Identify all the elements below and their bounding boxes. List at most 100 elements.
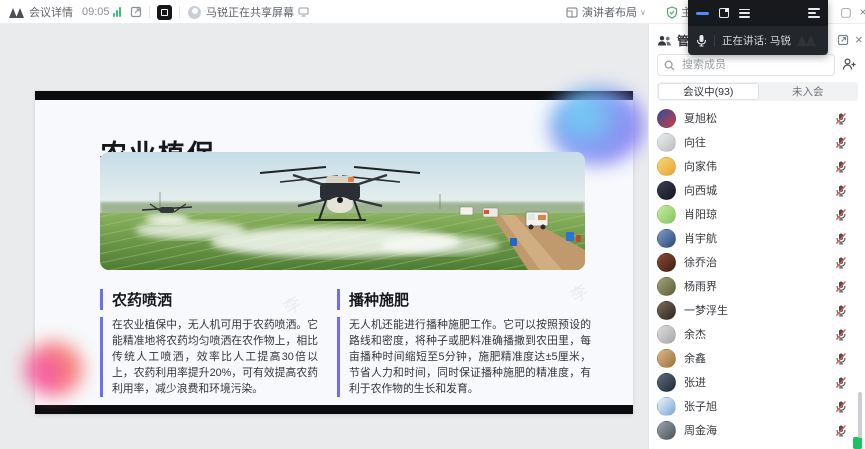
decor-gradient-blob — [25, 342, 83, 396]
participant-avatar — [657, 277, 676, 296]
tab-in-meeting[interactable]: 会议中(93) — [658, 83, 759, 100]
mic-muted-icon[interactable] — [835, 424, 847, 437]
slide-section-pesticide: 农药喷洒 在农业植保中，无人机可用于农药喷洒。它能精准地将农药均匀喷洒在农作物上… — [100, 289, 318, 397]
mic-muted-icon[interactable] — [835, 352, 847, 365]
mic-muted-icon[interactable] — [835, 208, 847, 221]
shared-screen-stage: 农业植保 — [0, 24, 648, 449]
collapse-sidebar-icon[interactable] — [808, 8, 820, 18]
section-body: 在农业植保中，无人机可用于农药喷洒。它能精准地将农药均匀喷洒在农作物上，相比传统… — [100, 317, 318, 397]
participants-panel: 管理成员 × 会议中(93) 未入会 夏旭松 — [648, 24, 865, 449]
participant-name: 周金海 — [684, 422, 835, 438]
popout-panel-icon[interactable] — [837, 33, 849, 51]
participant-name: 余鑫 — [684, 350, 835, 366]
participant-avatar — [657, 373, 676, 392]
mic-muted-icon[interactable] — [835, 304, 847, 317]
panel-scrollbar[interactable] — [858, 392, 862, 438]
participant-row[interactable]: 余杰 — [649, 322, 859, 346]
list-view-icon[interactable] — [739, 9, 750, 18]
meeting-timer: 09:05 — [82, 0, 110, 24]
participant-row[interactable]: 张子旭 — [649, 394, 859, 418]
mic-muted-icon[interactable] — [835, 184, 847, 197]
mic-muted-icon[interactable] — [835, 136, 847, 149]
participant-row[interactable]: 徐乔治 — [649, 250, 859, 274]
slide-photo-drone-field — [100, 152, 585, 270]
mic-muted-icon[interactable] — [835, 112, 847, 125]
participant-avatar — [657, 349, 676, 368]
search-box[interactable] — [657, 54, 835, 76]
participant-avatar — [657, 157, 676, 176]
sharing-status-text: 马锐正在共享屏幕 — [206, 4, 294, 20]
slide-bottom-bar — [35, 405, 633, 414]
participant-row[interactable]: 张进 — [649, 370, 859, 394]
maximize-button[interactable]: ▢ — [838, 4, 854, 20]
slide-top-bar — [35, 91, 633, 100]
mic-muted-icon[interactable] — [835, 328, 847, 341]
participant-row[interactable]: 肖阳琼 — [649, 202, 859, 226]
participant-name: 向西城 — [684, 182, 835, 198]
participant-row[interactable]: 杨雨界 — [649, 274, 859, 298]
mic-muted-icon[interactable] — [835, 256, 847, 269]
close-window-button[interactable]: × — [855, 4, 865, 20]
slide-section-seeding: 播种施肥 无人机还能进行播种施肥工作。它可以按照预设的路线和密度，将种子或肥料准… — [337, 289, 591, 397]
active-speaker-bar: 正在讲话: 马锐 — [688, 26, 828, 55]
people-icon — [657, 35, 672, 47]
participant-row[interactable]: 一梦浮生 — [649, 298, 859, 322]
participant-row[interactable]: 向西城 — [649, 178, 859, 202]
float-toolbar — [688, 0, 828, 26]
participant-avatar — [657, 301, 676, 320]
green-action-corner[interactable] — [853, 437, 862, 449]
participant-name: 肖宇航 — [684, 230, 835, 246]
section-heading: 农药喷洒 — [100, 289, 318, 310]
mic-muted-icon[interactable] — [835, 280, 847, 293]
participant-avatar — [657, 205, 676, 224]
section-heading: 播种施肥 — [337, 289, 591, 310]
participant-name: 肖阳琼 — [684, 206, 835, 222]
layout-icon — [566, 7, 578, 18]
network-signal-icon — [113, 0, 121, 24]
sharer-avatar — [188, 6, 201, 19]
microphone-icon[interactable] — [696, 34, 707, 47]
participant-avatar — [657, 325, 676, 344]
layout-switcher[interactable]: 演讲者布局 ∨ — [566, 0, 646, 24]
mic-muted-icon[interactable] — [835, 400, 847, 413]
participant-avatar — [657, 229, 676, 248]
member-tabs: 会议中(93) 未入会 — [657, 82, 858, 101]
section-body: 无人机还能进行播种施肥工作。它可以按照预设的路线和密度，将种子或肥料准确播撒到农… — [337, 317, 591, 397]
app-logo-icon — [8, 0, 25, 24]
participant-list: 夏旭松 向往 向家伟 — [649, 106, 859, 442]
participant-row[interactable]: 余鑫 — [649, 346, 859, 370]
participant-name: 向家伟 — [684, 158, 835, 174]
divider — [149, 6, 150, 18]
participant-row[interactable]: 向往 — [649, 130, 859, 154]
window-mode-icon[interactable] — [719, 8, 729, 18]
participant-name: 张子旭 — [684, 398, 835, 414]
participant-name: 一梦浮生 — [684, 302, 835, 318]
shield-check-icon — [666, 6, 678, 19]
floating-meeting-controls: 正在讲话: 马锐 — [688, 0, 828, 55]
recording-app-icon[interactable] — [157, 0, 172, 24]
divider — [714, 35, 715, 47]
participant-row[interactable]: 肖宇航 — [649, 226, 859, 250]
popout-window-icon[interactable] — [130, 0, 142, 24]
participant-row[interactable]: 向家伟 — [649, 154, 859, 178]
participant-name: 余杰 — [684, 326, 835, 342]
participant-name: 杨雨界 — [684, 278, 835, 294]
participant-avatar — [657, 397, 676, 416]
mic-muted-icon[interactable] — [835, 376, 847, 389]
mic-muted-icon[interactable] — [835, 160, 847, 173]
participant-avatar — [657, 181, 676, 200]
meeting-window: 会议详情 09:05 马锐正在共享屏幕 演讲者布局 ∨ 主 ▢ × — [0, 0, 865, 449]
add-member-icon[interactable] — [842, 58, 856, 76]
close-panel-icon[interactable]: × — [855, 33, 863, 46]
search-input[interactable] — [680, 58, 810, 72]
tab-not-joined[interactable]: 未入会 — [759, 83, 858, 100]
participant-name: 张进 — [684, 374, 835, 390]
participant-avatar — [657, 421, 676, 440]
mic-muted-icon[interactable] — [835, 232, 847, 245]
divider — [179, 6, 180, 18]
meeting-details-link[interactable]: 会议详情 — [29, 0, 73, 24]
participant-row[interactable]: 夏旭松 — [649, 106, 859, 130]
minimize-icon[interactable] — [696, 12, 709, 15]
participant-name: 徐乔治 — [684, 254, 835, 270]
participant-row[interactable]: 周金海 — [649, 418, 859, 442]
